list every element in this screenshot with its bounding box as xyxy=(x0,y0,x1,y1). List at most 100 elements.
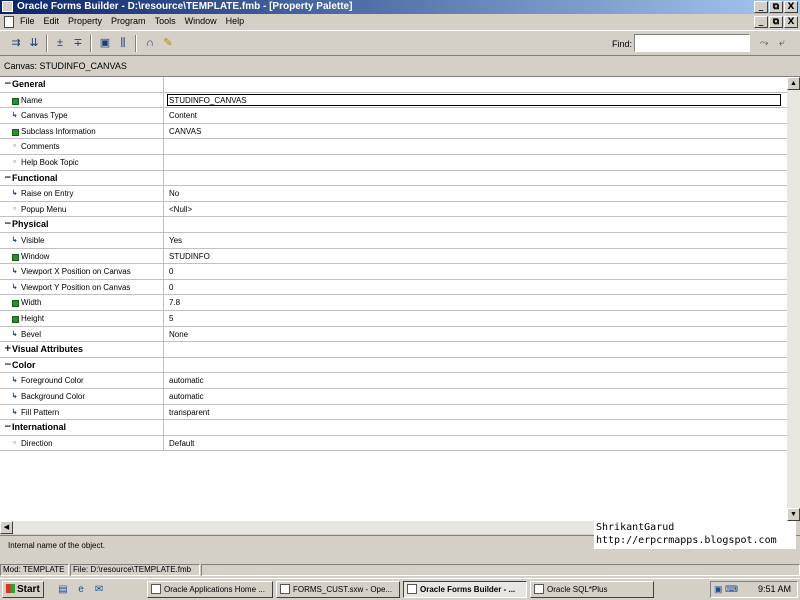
property-value[interactable]: transparent xyxy=(169,408,209,417)
collapse-icon[interactable]: − xyxy=(4,173,12,183)
property-category-row[interactable]: + Visual Attributes xyxy=(0,342,787,358)
property-row[interactable]: ↳ Background Color automatic xyxy=(0,389,787,405)
property-name-cell[interactable]: Subclass Information xyxy=(0,123,164,139)
property-name-cell[interactable]: ○ Direction xyxy=(0,435,164,451)
scroll-down-arrow-icon[interactable]: ▼ xyxy=(787,508,800,521)
scroll-left-arrow-icon[interactable]: ◀ xyxy=(0,521,13,534)
property-name-cell[interactable]: ↳ Raise on Entry xyxy=(0,186,164,201)
property-value-input[interactable]: STUDINFO_CANVAS xyxy=(167,93,781,106)
property-value[interactable]: None xyxy=(169,330,188,339)
collapse-icon[interactable]: − xyxy=(4,219,12,229)
property-value[interactable]: CANVAS xyxy=(169,127,201,136)
property-name-cell[interactable]: Name xyxy=(0,92,164,108)
find-previous-icon[interactable]: ⤶ xyxy=(774,36,790,50)
property-row[interactable]: Height 5 xyxy=(0,311,787,327)
inherit-icon[interactable]: ▣ xyxy=(97,36,113,50)
property-name-cell[interactable]: ↳ Visible xyxy=(0,233,164,248)
menu-file[interactable]: File xyxy=(20,16,35,26)
menu-window[interactable]: Window xyxy=(185,16,217,26)
property-name-cell[interactable]: Height xyxy=(0,311,164,326)
restore-button[interactable]: ⧉ xyxy=(769,1,783,13)
property-row[interactable]: ↳ Viewport X Position on Canvas 0 xyxy=(0,264,787,280)
property-value[interactable]: Content xyxy=(169,111,197,120)
property-value[interactable]: 0 xyxy=(169,283,173,292)
property-row[interactable]: Window STUDINFO xyxy=(0,248,787,265)
property-name-cell[interactable]: − Physical xyxy=(0,217,164,232)
internet-explorer-icon[interactable]: e xyxy=(74,583,88,596)
intersection-icon[interactable]: ∩ xyxy=(142,36,158,50)
property-row[interactable]: Width 7.8 xyxy=(0,295,787,311)
add-property-icon[interactable]: ± xyxy=(52,36,68,50)
property-category-row[interactable]: − Functional xyxy=(0,170,787,187)
start-button[interactable]: Start xyxy=(2,581,44,598)
property-category-row[interactable]: − General xyxy=(0,77,787,93)
copy-properties-icon[interactable]: ⇉ xyxy=(8,36,24,50)
property-value[interactable]: 0 xyxy=(169,267,173,276)
property-class-icon[interactable]: ⫼ xyxy=(115,36,131,50)
property-row[interactable]: ↳ Fill Pattern transparent xyxy=(0,404,787,421)
property-name-cell[interactable]: ↳ Bevel xyxy=(0,326,164,342)
menu-help[interactable]: Help xyxy=(226,16,245,26)
property-row[interactable]: ↳ Foreground Color automatic xyxy=(0,373,787,389)
property-row[interactable]: Subclass Information CANVAS xyxy=(0,123,787,140)
task-forms-builder[interactable]: Oracle Forms Builder - ... xyxy=(403,581,527,598)
property-name-cell[interactable]: ↳ Viewport Y Position on Canvas xyxy=(0,279,164,295)
mdi-restore-button[interactable]: ⧉ xyxy=(769,16,783,28)
paste-properties-icon[interactable]: ⇊ xyxy=(26,36,42,50)
mdi-close-button[interactable]: X xyxy=(784,16,798,28)
property-row[interactable]: ↳ Raise on Entry No xyxy=(0,186,787,202)
property-row[interactable]: ↳ Canvas Type Content xyxy=(0,108,787,124)
property-name-cell[interactable]: Width xyxy=(0,295,164,310)
property-row[interactable]: ○ Direction Default xyxy=(0,435,787,452)
task-oracle-apps-home[interactable]: Oracle Applications Home ... xyxy=(147,581,273,598)
property-row[interactable]: ○ Help Book Topic xyxy=(0,155,787,171)
collapse-icon[interactable]: − xyxy=(4,422,12,432)
property-name-cell[interactable]: − General xyxy=(0,77,164,92)
property-value[interactable]: Default xyxy=(169,439,194,448)
outlook-icon[interactable]: ✉ xyxy=(92,583,106,596)
property-row[interactable]: ○ Popup Menu <Null> xyxy=(0,201,787,218)
property-name-cell[interactable]: Window xyxy=(0,248,164,264)
property-name-cell[interactable]: ↳ Canvas Type xyxy=(0,108,164,123)
property-value[interactable]: automatic xyxy=(169,392,204,401)
property-value[interactable]: 7.8 xyxy=(169,298,180,307)
property-row[interactable]: ↳ Viewport Y Position on Canvas 0 xyxy=(0,279,787,296)
task-sql-plus[interactable]: Oracle SQL*Plus xyxy=(530,581,654,598)
property-category-row[interactable]: − Color xyxy=(0,357,787,374)
property-name-cell[interactable]: ↳ Viewport X Position on Canvas xyxy=(0,264,164,279)
property-name-cell[interactable]: − International xyxy=(0,420,164,435)
property-value[interactable]: Yes xyxy=(169,236,182,245)
expand-icon[interactable]: + xyxy=(4,344,12,354)
scroll-up-arrow-icon[interactable]: ▲ xyxy=(787,77,800,90)
property-value[interactable]: <Null> xyxy=(169,205,192,214)
task-forms-cust[interactable]: FORMS_CUST.sxw - Ope... xyxy=(276,581,400,598)
menu-property[interactable]: Property xyxy=(68,16,102,26)
property-category-row[interactable]: − Physical xyxy=(0,217,787,233)
show-desktop-icon[interactable]: ▤ xyxy=(56,583,70,596)
menu-edit[interactable]: Edit xyxy=(44,16,60,26)
property-name-cell[interactable]: ○ Popup Menu xyxy=(0,201,164,217)
property-row[interactable]: ○ Comments xyxy=(0,139,787,155)
property-row[interactable]: ↳ Visible Yes xyxy=(0,233,787,249)
find-next-icon[interactable]: ⤳ xyxy=(756,36,772,50)
property-name-cell[interactable]: ○ Comments xyxy=(0,139,164,154)
property-name-cell[interactable]: ↳ Background Color xyxy=(0,389,164,404)
delete-property-icon[interactable]: ∓ xyxy=(70,36,86,50)
menu-program[interactable]: Program xyxy=(111,16,146,26)
property-row[interactable]: ↳ Bevel None xyxy=(0,326,787,343)
property-value[interactable]: STUDINFO xyxy=(169,252,210,261)
property-name-cell[interactable]: + Visual Attributes xyxy=(0,342,164,357)
menu-tools[interactable]: Tools xyxy=(155,16,176,26)
close-button[interactable]: X xyxy=(784,1,798,13)
property-value[interactable]: 5 xyxy=(169,314,173,323)
property-name-cell[interactable]: ↳ Fill Pattern xyxy=(0,404,164,420)
property-category-row[interactable]: − International xyxy=(0,420,787,436)
property-name-cell[interactable]: ↳ Foreground Color xyxy=(0,373,164,388)
mdi-minimize-button[interactable]: _ xyxy=(754,16,768,28)
property-row[interactable]: Name STUDINFO_CANVAS xyxy=(0,92,787,109)
property-name-cell[interactable]: − Color xyxy=(0,357,164,373)
collapse-icon[interactable]: − xyxy=(4,360,12,370)
property-name-cell[interactable]: − Functional xyxy=(0,170,164,186)
collapse-icon[interactable]: − xyxy=(4,79,12,89)
pin-icon[interactable]: ✎ xyxy=(160,36,176,50)
